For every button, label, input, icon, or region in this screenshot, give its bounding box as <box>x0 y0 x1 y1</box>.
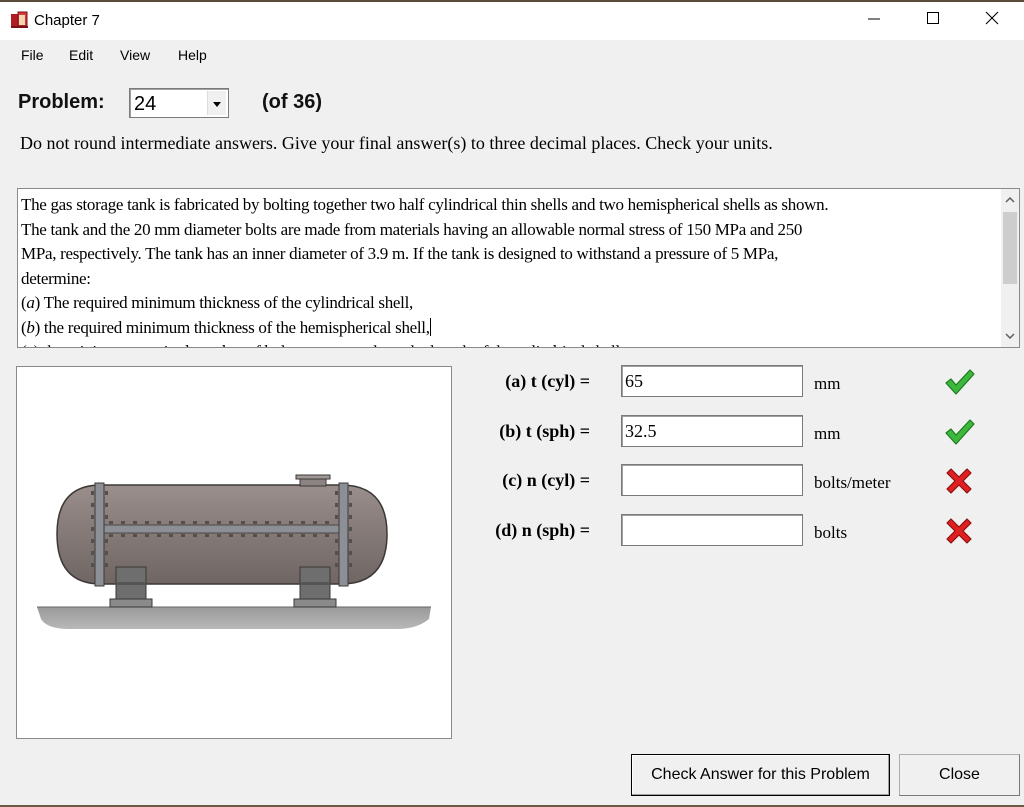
instructions-text: Do not round intermediate answers. Give … <box>20 133 773 153</box>
right-saddle <box>293 566 337 608</box>
answer-input-a[interactable] <box>621 365 803 397</box>
answer-row-b: (b) t (sph) = mm <box>480 415 1000 449</box>
check-icon <box>942 365 976 399</box>
close-window-button[interactable] <box>963 2 1021 38</box>
statement-line: The gas storage tank is fabricated by bo… <box>21 195 829 214</box>
menu-view[interactable]: View <box>120 47 150 63</box>
check-icon <box>942 415 976 449</box>
book-icon <box>10 11 30 29</box>
chevron-down-icon <box>213 94 221 112</box>
maximize-icon <box>926 11 940 30</box>
statement-part-b: (b) the required minimum thickness of th… <box>21 317 431 337</box>
problem-figure <box>16 366 452 739</box>
problem-number-value: 24 <box>134 93 157 115</box>
part-tag: b <box>26 317 35 337</box>
minimize-button[interactable] <box>845 2 903 38</box>
check-answer-button[interactable]: Check Answer for this Problem <box>631 754 890 796</box>
dropdown-button[interactable] <box>207 91 226 115</box>
part-text: the minimum required number of bolts per… <box>39 342 624 347</box>
menu-edit[interactable]: Edit <box>69 47 93 63</box>
text-caret <box>429 317 431 336</box>
answer-row-c: (c) n (cyl) = bolts/meter <box>480 464 1000 498</box>
statement-part-a: (a) The required minimum thickness of th… <box>21 293 414 312</box>
scroll-down-button[interactable] <box>1001 327 1019 345</box>
tank-shell <box>56 484 388 585</box>
part-tag: a <box>26 293 35 312</box>
statement-line: MPa, respectively. The tank has an inner… <box>21 244 779 263</box>
answer-label: (c) n (cyl) = <box>502 470 590 490</box>
problem-number-select[interactable]: 24 <box>129 88 229 118</box>
problem-statement-box[interactable]: The gas storage tank is fabricated by bo… <box>17 188 1020 348</box>
left-saddle <box>109 566 153 608</box>
gas-tank-illustration <box>37 474 431 629</box>
part-tag: c <box>26 342 34 347</box>
menu-file[interactable]: File <box>21 47 44 63</box>
problem-total: (of 36) <box>262 91 322 113</box>
answer-label: (d) n (sph) = <box>495 520 590 540</box>
ground <box>37 607 431 629</box>
longitudinal-flange <box>102 524 344 534</box>
cross-icon <box>942 514 976 548</box>
window-title: Chapter 7 <box>34 12 100 29</box>
chevron-down-icon <box>1005 330 1015 342</box>
scroll-up-button[interactable] <box>1001 191 1019 209</box>
answer-unit: mm <box>814 374 841 393</box>
answer-input-c[interactable] <box>621 464 803 496</box>
right-flange <box>338 482 349 587</box>
minimize-icon <box>867 11 881 30</box>
chevron-up-icon <box>1005 194 1015 206</box>
title-bar: Chapter 7 <box>0 2 1024 40</box>
problem-statement: The gas storage tank is fabricated by bo… <box>21 193 996 347</box>
answer-label: (b) t (sph) = <box>499 421 590 441</box>
part-text: The required minimum thickness of the cy… <box>39 293 414 312</box>
problem-label: Problem: <box>18 91 105 113</box>
statement-line: determine: <box>21 268 91 288</box>
answer-input-d[interactable] <box>621 514 803 546</box>
left-flange <box>94 482 105 587</box>
statement-line: The tank and the 20 mm diameter bolts ar… <box>21 219 803 239</box>
answer-label: (a) t (cyl) = <box>505 371 590 391</box>
close-icon <box>985 11 999 30</box>
part-text: the required minimum thickness of the he… <box>39 317 430 337</box>
answer-unit: bolts <box>814 523 848 542</box>
scroll-thumb[interactable] <box>1003 212 1017 284</box>
statement-part-c: (c) the minimum required number of bolts… <box>21 340 996 347</box>
menu-help[interactable]: Help <box>178 47 207 63</box>
answer-row-d: (d) n (sph) = bolts <box>480 514 1000 548</box>
vertical-scrollbar[interactable] <box>1001 189 1019 347</box>
answer-unit: mm <box>814 424 841 443</box>
menu-bar: File Edit View Help <box>0 40 1024 72</box>
answer-input-b[interactable] <box>621 415 803 447</box>
close-button[interactable]: Close <box>899 754 1020 796</box>
cross-icon <box>942 464 976 498</box>
maximize-button[interactable] <box>904 2 962 38</box>
answer-row-a: (a) t (cyl) = mm <box>480 365 1000 399</box>
answer-unit: bolts/meter <box>814 473 891 492</box>
